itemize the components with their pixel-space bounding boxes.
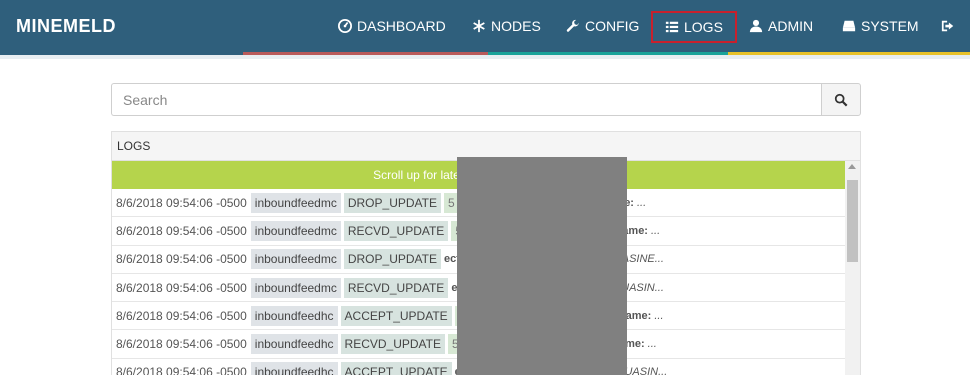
search-icon [834, 93, 848, 106]
log-value-dshield-name: ... [636, 196, 647, 209]
nav-system-label: SYSTEM [861, 18, 919, 34]
nav-system[interactable]: SYSTEM [842, 0, 919, 52]
log-timestamp: 8/6/2018 09:54:06 -0500 [116, 223, 247, 238]
log-value-dshield-name: ... [654, 309, 664, 322]
nav-logs-label: LOGS [684, 19, 723, 35]
nav-logs[interactable]: LOGS [651, 11, 737, 43]
scrollbar-thumb[interactable] [847, 180, 858, 262]
log-node-badge: inboundfeedmc [250, 249, 341, 270]
logout-button[interactable] [941, 0, 955, 52]
redacted-region [457, 157, 627, 375]
log-node-badge: inboundfeedmc [250, 192, 341, 213]
nav-admin[interactable]: ADMIN [749, 0, 813, 52]
log-timestamp: 8/6/2018 09:54:06 -0500 [116, 195, 247, 210]
log-message-badge: DROP_UPDATE [343, 192, 441, 213]
nav-config[interactable]: CONFIG [566, 0, 639, 52]
log-message-badge: RECVD_UPDATE [340, 334, 445, 355]
log-message-badge: ACCEPT_UPDATE [340, 362, 452, 375]
brand-logo[interactable]: MINEMELD [16, 16, 116, 37]
search-bar [111, 83, 861, 116]
log-timestamp: 8/6/2018 09:54:06 -0500 [116, 252, 247, 267]
user-icon [749, 19, 763, 33]
logs-scrollbar[interactable] [845, 161, 860, 375]
log-node-badge: inboundfeedmc [250, 220, 341, 241]
log-timestamp: 8/6/2018 09:54:06 -0500 [116, 337, 247, 352]
scroll-up-arrow-icon[interactable] [848, 164, 856, 169]
log-node-badge: inboundfeedhc [250, 305, 338, 326]
nav-dashboard[interactable]: DASHBOARD [338, 0, 446, 52]
dashboard-icon [338, 19, 352, 33]
log-message-badge: ACCEPT_UPDATE [340, 305, 452, 326]
nav-admin-label: ADMIN [768, 18, 814, 34]
search-button[interactable] [821, 83, 861, 116]
logout-icon [941, 20, 954, 32]
log-node-badge: inboundfeedhc [250, 362, 338, 375]
log-timestamp: 8/6/2018 09:54:06 -0500 [116, 365, 247, 375]
log-value-dshield-name: ... [650, 224, 661, 237]
log-message-badge: DROP_UPDATE [343, 249, 441, 270]
top-navbar: MINEMELD DASHBOARD NODES CONFIG LOGS ADM… [0, 0, 970, 55]
log-node-badge: inboundfeedhc [250, 334, 338, 355]
list-icon [665, 21, 679, 33]
log-timestamp: 8/6/2018 09:54:06 -0500 [116, 308, 247, 323]
nav-config-label: CONFIG [585, 18, 640, 34]
nav-dashboard-label: DASHBOARD [357, 18, 446, 34]
log-value-dshield-name: ... [647, 338, 657, 351]
search-input[interactable] [111, 83, 821, 116]
log-message-badge: RECVD_UPDATE [343, 277, 449, 298]
log-timestamp: 8/6/2018 09:54:06 -0500 [116, 280, 247, 295]
nav-nodes[interactable]: NODES [472, 0, 541, 52]
hdd-icon [842, 20, 856, 32]
page-top-edge [0, 55, 970, 59]
asterisk-icon [473, 19, 485, 33]
log-message-badge: RECVD_UPDATE [343, 220, 449, 241]
log-node-badge: inboundfeedmc [250, 277, 341, 298]
logs-panel: LOGS Scroll up for latest entries. Or cl… [111, 131, 861, 375]
nav-nodes-label: NODES [491, 18, 541, 34]
wrench-icon [566, 19, 579, 32]
